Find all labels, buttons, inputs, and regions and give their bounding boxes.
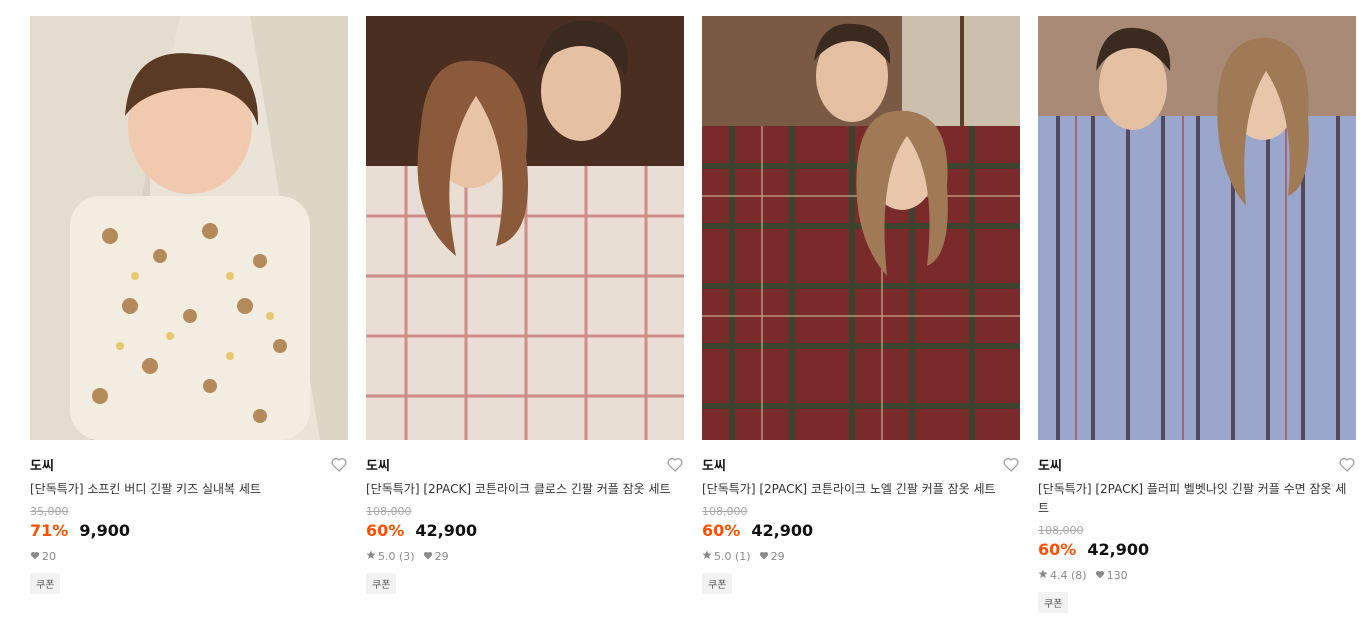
star-icon bbox=[366, 549, 376, 565]
discount-rate: 71% bbox=[30, 521, 69, 540]
heart-outline-icon[interactable] bbox=[1002, 455, 1020, 473]
brand-name[interactable]: 도씨 bbox=[366, 455, 390, 474]
product-card[interactable]: 도씨 [단독특가] [2PACK] 플러피 벨벳나잇 긴팔 커플 수면 잠옷 세… bbox=[1038, 16, 1356, 613]
review-count: (8) bbox=[1071, 569, 1087, 582]
heart-filled-icon bbox=[30, 549, 40, 565]
price-row: 60% 42,900 bbox=[366, 521, 684, 541]
price-row: 60% 42,900 bbox=[1038, 540, 1356, 560]
coupon-badge: 쿠폰 bbox=[30, 573, 61, 594]
coupon-badge: 쿠폰 bbox=[366, 573, 397, 594]
review-count: (1) bbox=[735, 550, 751, 563]
likes-value: 20 bbox=[42, 550, 56, 563]
product-image[interactable] bbox=[1038, 16, 1356, 440]
heart-filled-icon bbox=[759, 549, 769, 565]
product-meta: 4.4 (8) 130 bbox=[1038, 568, 1356, 584]
brand-row: 도씨 bbox=[1038, 454, 1356, 474]
likes-count: 130 bbox=[1095, 568, 1128, 584]
product-card[interactable]: 도씨 [단독특가] [2PACK] 코튼라이크 노엘 긴팔 커플 잠옷 세트 1… bbox=[702, 16, 1020, 594]
product-title[interactable]: [단독특가] [2PACK] 플러피 벨벳나잇 긴팔 커플 수면 잠옷 세트 bbox=[1038, 480, 1356, 518]
heart-filled-icon bbox=[423, 549, 433, 565]
product-meta: 5.0 (3) 29 bbox=[366, 549, 684, 565]
likes-value: 29 bbox=[770, 550, 785, 563]
sale-price: 9,900 bbox=[79, 521, 130, 540]
brand-name[interactable]: 도씨 bbox=[702, 455, 726, 474]
rating: 5.0 (1) bbox=[702, 549, 751, 565]
sale-price: 42,900 bbox=[415, 521, 478, 540]
likes-count: 29 bbox=[759, 549, 785, 565]
brand-name[interactable]: 도씨 bbox=[1038, 455, 1062, 474]
product-image[interactable] bbox=[702, 16, 1020, 440]
coupon-badge: 쿠폰 bbox=[702, 573, 733, 594]
coupon-badge: 쿠폰 bbox=[1038, 592, 1069, 613]
sale-price: 42,900 bbox=[751, 521, 814, 540]
product-meta: 5.0 (1) 29 bbox=[702, 549, 1020, 565]
likes-count: 29 bbox=[423, 549, 449, 565]
discount-rate: 60% bbox=[366, 521, 405, 540]
original-price: 108,000 bbox=[1038, 524, 1084, 537]
heart-outline-icon[interactable] bbox=[666, 455, 684, 473]
brand-row: 도씨 bbox=[366, 454, 684, 474]
product-image[interactable] bbox=[366, 16, 684, 440]
brand-name[interactable]: 도씨 bbox=[30, 455, 54, 474]
rating-value: 4.4 bbox=[1050, 569, 1068, 582]
price-row: 60% 42,900 bbox=[702, 521, 1020, 541]
heart-outline-icon[interactable] bbox=[1338, 455, 1356, 473]
likes-count: 20 bbox=[30, 549, 56, 565]
discount-rate: 60% bbox=[1038, 540, 1077, 559]
original-price: 35,000 bbox=[30, 505, 69, 518]
star-icon bbox=[1038, 568, 1048, 584]
heart-outline-icon[interactable] bbox=[330, 455, 348, 473]
product-title[interactable]: [단독특가] [2PACK] 코튼라이크 클로스 긴팔 커플 잠옷 세트 bbox=[366, 480, 684, 499]
star-icon bbox=[702, 549, 712, 565]
rating: 5.0 (3) bbox=[366, 549, 415, 565]
discount-rate: 60% bbox=[702, 521, 741, 540]
likes-value: 29 bbox=[434, 550, 449, 563]
product-title[interactable]: [단독특가] 소프킨 버디 긴팔 키즈 실내복 세트 bbox=[30, 480, 348, 499]
rating: 4.4 (8) bbox=[1038, 568, 1087, 584]
brand-row: 도씨 bbox=[30, 454, 348, 474]
rating-value: 5.0 bbox=[378, 550, 396, 563]
price-row: 71% 9,900 bbox=[30, 521, 348, 541]
likes-value: 130 bbox=[1106, 569, 1128, 582]
original-price: 108,000 bbox=[702, 505, 748, 518]
product-grid: 도씨 [단독특가] 소프킨 버디 긴팔 키즈 실내복 세트 35,000 71%… bbox=[0, 0, 1365, 617]
sale-price: 42,900 bbox=[1087, 540, 1150, 559]
product-meta: 20 bbox=[30, 549, 348, 565]
original-price: 108,000 bbox=[366, 505, 412, 518]
rating-value: 5.0 bbox=[714, 550, 732, 563]
brand-row: 도씨 bbox=[702, 454, 1020, 474]
review-count: (3) bbox=[399, 550, 415, 563]
heart-filled-icon bbox=[1095, 568, 1105, 584]
product-card[interactable]: 도씨 [단독특가] 소프킨 버디 긴팔 키즈 실내복 세트 35,000 71%… bbox=[30, 16, 348, 594]
product-title[interactable]: [단독특가] [2PACK] 코튼라이크 노엘 긴팔 커플 잠옷 세트 bbox=[702, 480, 1020, 499]
product-card[interactable]: 도씨 [단독특가] [2PACK] 코튼라이크 클로스 긴팔 커플 잠옷 세트 … bbox=[366, 16, 684, 594]
product-image[interactable] bbox=[30, 16, 348, 440]
